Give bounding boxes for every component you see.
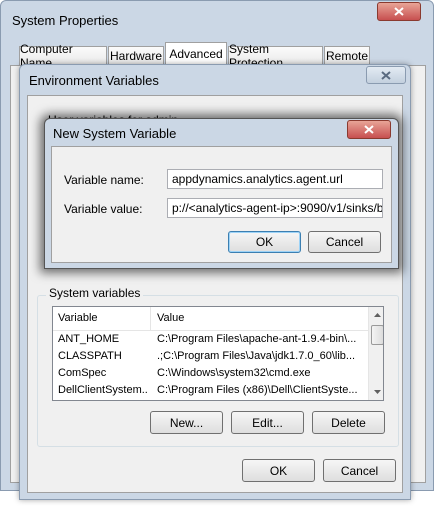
table-row[interactable]: ComSpec C:\Windows\system32\cmd.exe <box>53 365 368 381</box>
column-header-variable[interactable]: Variable <box>58 312 148 324</box>
row-value: C:\Windows\system32\cmd.exe <box>157 367 311 379</box>
row-variable: CLASSPATH <box>58 350 122 362</box>
list-header: Variable Value <box>53 307 368 331</box>
variable-value-label: Variable value: <box>64 202 143 216</box>
row-variable: ANT_HOME <box>58 333 120 345</box>
tab-hardware[interactable]: Hardware <box>108 46 164 65</box>
tab-remote[interactable]: Remote <box>324 46 370 65</box>
close-icon <box>364 125 374 134</box>
environment-variables-title: Environment Variables <box>29 73 159 88</box>
new-system-variable-dialog: New System Variable Variable name: appdy… <box>44 118 399 269</box>
row-variable: ComSpec <box>58 367 107 379</box>
row-value: C:\Program Files (x86)\Dell\ClientSyste.… <box>157 384 358 396</box>
column-divider <box>150 307 151 330</box>
table-row[interactable]: CLASSPATH .;C:\Program Files\Java\jdk1.7… <box>53 348 368 364</box>
variable-name-label: Variable name: <box>64 173 144 187</box>
new-variable-cancel-button[interactable]: Cancel <box>308 231 381 253</box>
table-row[interactable]: DellClientSystem... C:\Program Files (x8… <box>53 382 368 398</box>
new-variable-ok-button[interactable]: OK <box>228 231 301 253</box>
vertical-scrollbar[interactable] <box>368 307 383 400</box>
edit-variable-button[interactable]: Edit... <box>231 411 304 434</box>
close-icon <box>381 70 391 80</box>
new-variable-button[interactable]: New... <box>150 411 223 434</box>
column-header-value[interactable]: Value <box>157 312 357 324</box>
close-icon <box>394 7 404 16</box>
scroll-down-arrow-icon <box>373 390 381 394</box>
system-variables-label: System variables <box>46 286 144 300</box>
scroll-thumb[interactable] <box>371 325 383 345</box>
row-variable: DellClientSystem... <box>58 384 148 396</box>
row-value: C:\Program Files\apache-ant-1.9.4-bin\..… <box>157 333 357 345</box>
scroll-down-button[interactable] <box>369 384 383 400</box>
tab-system-protection[interactable]: System Protection <box>228 42 323 70</box>
new-system-variable-title: New System Variable <box>53 126 177 141</box>
row-value: .;C:\Program Files\Java\jdk1.7.0_60\lib.… <box>157 350 356 362</box>
system-properties-close-button[interactable] <box>377 2 421 21</box>
environment-ok-button[interactable]: OK <box>242 459 315 482</box>
system-variables-list[interactable]: Variable Value ANT_HOME C:\Program Files… <box>52 306 384 401</box>
system-properties-title: System Properties <box>12 13 119 28</box>
tab-advanced[interactable]: Advanced <box>165 42 227 65</box>
environment-variables-close-button[interactable] <box>366 66 406 84</box>
variable-name-input[interactable]: appdynamics.analytics.agent.url <box>167 169 383 189</box>
variable-value-input[interactable]: p://<analytics-agent-ip>:9090/v1/sinks/b… <box>167 198 383 218</box>
environment-cancel-button[interactable]: Cancel <box>323 459 396 482</box>
new-system-variable-close-button[interactable] <box>347 120 391 139</box>
scroll-up-button[interactable] <box>369 307 383 323</box>
scroll-up-arrow-icon <box>373 313 381 317</box>
tab-computer-name[interactable]: Computer Name <box>19 42 107 70</box>
table-row[interactable]: ANT_HOME C:\Program Files\apache-ant-1.9… <box>53 331 368 347</box>
delete-variable-button[interactable]: Delete <box>312 411 385 434</box>
